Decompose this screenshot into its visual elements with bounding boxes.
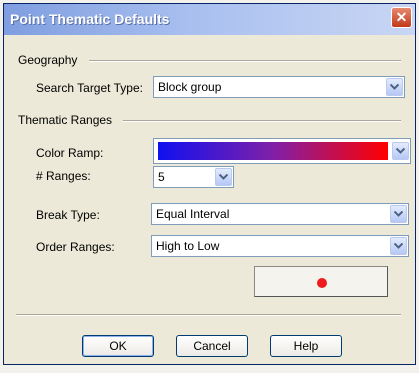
window-title: Point Thematic Defaults: [10, 11, 170, 27]
order-ranges-value: High to Low: [156, 239, 220, 253]
search-target-type-dropdown[interactable]: Block group: [153, 76, 405, 98]
order-ranges-label: Order Ranges:: [36, 240, 115, 254]
chevron-down-icon: [396, 148, 405, 154]
search-target-type-label: Search Target Type:: [36, 81, 143, 95]
title-bar[interactable]: Point Thematic Defaults ✕: [4, 4, 415, 35]
color-ramp-dropdown-arrow[interactable]: [392, 142, 409, 160]
order-ranges-dropdown-arrow[interactable]: [390, 237, 407, 255]
break-type-dropdown[interactable]: Equal Interval: [151, 203, 409, 225]
color-ramp-label: Color Ramp:: [36, 146, 104, 160]
num-ranges-dropdown[interactable]: 5: [153, 166, 234, 188]
num-ranges-value: 5: [158, 170, 165, 184]
button-divider: [16, 314, 401, 316]
search-target-type-dropdown-arrow[interactable]: [386, 78, 403, 96]
red-dot-icon: [317, 278, 327, 288]
thematic-ranges-section-label: Thematic Ranges: [18, 113, 113, 127]
order-ranges-dropdown[interactable]: High to Low: [151, 235, 409, 257]
num-ranges-dropdown-arrow[interactable]: [215, 168, 232, 186]
point-thematic-defaults-dialog: Point Thematic Defaults ✕ Geography Sear…: [3, 3, 416, 365]
close-icon: ✕: [395, 9, 408, 25]
symbol-style-button[interactable]: [254, 266, 388, 297]
chevron-down-icon: [394, 243, 403, 249]
cancel-button[interactable]: Cancel: [176, 335, 248, 357]
chevron-down-icon: [219, 174, 228, 180]
break-type-label: Break Type:: [36, 208, 100, 222]
num-ranges-label: # Ranges:: [36, 169, 91, 183]
chevron-down-icon: [390, 84, 399, 90]
break-type-value: Equal Interval: [156, 207, 230, 221]
help-button[interactable]: Help: [270, 335, 342, 357]
geography-divider: [89, 60, 401, 62]
search-target-type-value: Block group: [158, 80, 222, 94]
close-button[interactable]: ✕: [391, 7, 412, 28]
chevron-down-icon: [394, 211, 403, 217]
color-ramp-dropdown[interactable]: [153, 138, 411, 164]
ok-button[interactable]: OK: [82, 335, 154, 357]
color-ramp-swatch: [158, 142, 388, 160]
geography-section-label: Geography: [18, 53, 78, 67]
thematic-ranges-divider: [123, 120, 401, 122]
break-type-dropdown-arrow[interactable]: [390, 205, 407, 223]
